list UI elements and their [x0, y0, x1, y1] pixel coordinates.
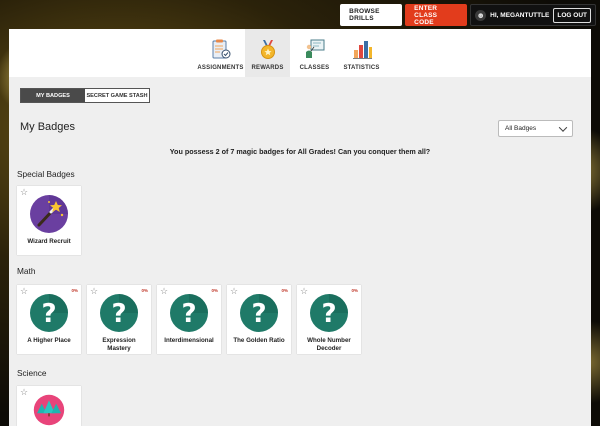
user-menu: ☻ HI, MEGANTUTTLE LOG OUT [470, 4, 596, 26]
svg-text:?: ? [111, 299, 126, 329]
enter-class-code-button[interactable]: ENTER CLASS CODE [405, 4, 468, 26]
question-mark-icon: ? [240, 294, 278, 332]
star-icon[interactable]: ☆ [90, 287, 98, 296]
question-mark-icon: ? [170, 294, 208, 332]
badge-card[interactable]: ☆ 0% ? The Golden Ratio [227, 285, 291, 354]
badge-progress: 0% [141, 288, 148, 293]
badge-card[interactable]: ☆ 0% ? Expression Mastery [87, 285, 151, 354]
svg-text:?: ? [251, 299, 266, 329]
badge-name: A Higher Place [27, 337, 71, 344]
clipboard-icon [212, 39, 230, 59]
tab-rewards[interactable]: REWARDS [245, 29, 290, 77]
grade-filter-select[interactable]: All Badges [498, 120, 573, 137]
filter-value: All Badges [505, 125, 537, 132]
badge-card[interactable]: ☆ 0% ? Interdimensional [157, 285, 221, 354]
section-title-science: Science [17, 368, 47, 378]
badge-name: Wizard Recruit [27, 238, 71, 245]
chevron-down-icon [558, 122, 568, 132]
tab-my-badges[interactable]: MY BADGES [21, 89, 85, 102]
rewards-nav: ASSIGNMENTS REWARDS CLASSES STATISTICS [9, 29, 591, 77]
badge-name: Expression Mastery [102, 337, 136, 352]
badge-progress: 0% [71, 288, 78, 293]
browse-drills-button[interactable]: BROWSE DRILLS [340, 4, 403, 26]
svg-text:?: ? [181, 299, 196, 329]
badge-card[interactable]: ☆ Wizard Recruit [17, 186, 81, 255]
badge-name: The Golden Ratio [233, 337, 285, 344]
tab-assignments[interactable]: ASSIGNMENTS [197, 29, 244, 77]
tab-secret-game-stash[interactable]: SECRET GAME STASH [85, 89, 149, 102]
badge-progress: 0% [281, 288, 288, 293]
tab-statistics[interactable]: STATISTICS [339, 29, 384, 77]
badge-card[interactable]: ☆ [17, 386, 81, 426]
svg-text:?: ? [321, 299, 336, 329]
question-mark-icon: ? [310, 294, 348, 332]
badge-name: Interdimensional [164, 337, 214, 344]
badge-card[interactable]: ☆ 0% ? Whole Number Decoder [297, 285, 361, 354]
trees-icon [33, 394, 65, 426]
main-panel: ASSIGNMENTS REWARDS CLASSES STATISTICS M… [9, 29, 591, 426]
badge-progress: 0% [211, 288, 218, 293]
star-icon[interactable]: ☆ [300, 287, 308, 296]
star-icon[interactable]: ☆ [160, 287, 168, 296]
tab-label: REWARDS [251, 65, 284, 71]
teacher-board-icon [305, 39, 324, 58]
math-badges-row: ☆ 0% ? A Higher Place ☆ 0% ? Expression … [17, 285, 361, 354]
question-mark-icon: ? [30, 294, 68, 332]
star-icon[interactable]: ☆ [20, 287, 28, 296]
section-title-math: Math [17, 266, 36, 276]
log-out-button[interactable]: LOG OUT [553, 7, 591, 23]
badge-summary: You possess 2 of 7 magic badges for All … [169, 147, 431, 156]
section-title-special: Special Badges [17, 169, 75, 179]
star-icon[interactable]: ☆ [20, 188, 28, 197]
medal-icon [260, 40, 275, 59]
page-title: My Badges [20, 121, 76, 133]
tab-label: CLASSES [299, 65, 330, 71]
top-bar: BROWSE DRILLS ENTER CLASS CODE ☻ HI, MEG… [340, 4, 596, 26]
badge-card[interactable]: ☆ 0% ? A Higher Place [17, 285, 81, 354]
avatar[interactable]: ☻ [475, 9, 487, 21]
star-icon[interactable]: ☆ [230, 287, 238, 296]
tab-classes[interactable]: CLASSES [292, 29, 337, 77]
science-badges-row: ☆ [17, 386, 81, 426]
badge-name: Whole Number Decoder [307, 337, 351, 352]
tab-label: STATISTICS [343, 65, 380, 71]
svg-text:?: ? [41, 299, 56, 329]
question-mark-icon: ? [100, 294, 138, 332]
bar-chart-icon [352, 41, 372, 59]
greeting-text: HI, MEGANTUTTLE [490, 11, 550, 19]
tab-label: ASSIGNMENTS [197, 65, 244, 71]
badge-subtabs: MY BADGES SECRET GAME STASH [20, 88, 150, 103]
wizard-wand-icon [30, 195, 68, 233]
special-badges-row: ☆ Wizard Recruit [17, 186, 81, 255]
star-icon[interactable]: ☆ [20, 388, 28, 397]
badge-progress: 0% [351, 288, 358, 293]
